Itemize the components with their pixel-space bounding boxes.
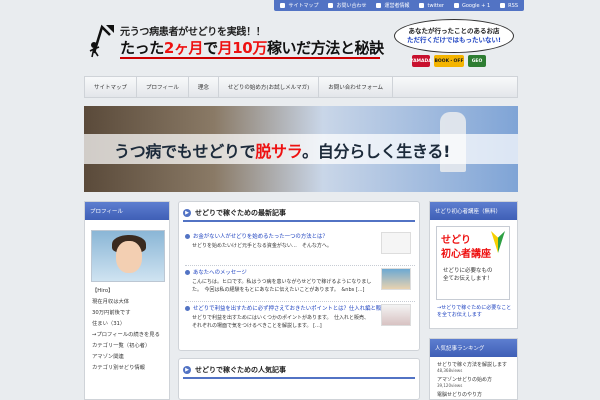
nav-item-contact-form[interactable]: お問い合わせフォーム — [319, 77, 394, 97]
hero-banner: うつ病でもせどりで脱サラ。自分らしく生きる! — [84, 106, 518, 192]
nav-item-profile[interactable]: プロフィール — [137, 77, 189, 97]
post-title-link[interactable]: あなたへのメッセージ — [185, 268, 247, 276]
profile-widget-title: プロフィール — [85, 202, 169, 220]
profile-more-link[interactable]: →プロフィールの続きを見る — [92, 330, 168, 341]
list-item: お金がない人がせどりを始めるたった一つの方法とは？ せどりを始めたいけど元手とな… — [185, 230, 415, 266]
bullet-icon — [185, 233, 190, 239]
ranking-widget: 人気記事ランキング せどりで稼ぐ方法を解説します 48,368views アマゾン… — [429, 338, 518, 400]
profile-text: 30万円前後です — [92, 310, 131, 316]
profile-name: 【Hiro】 — [92, 288, 114, 294]
site-logo[interactable]: 元うつ病患者がせどりを実践！！ たった2ヶ月で月10万稼いだ方法と秘訣 — [84, 19, 384, 65]
list-item: せどりで利益を出すために必ず押さえておきたいポイントとは？仕入れ編と販売編 せど… — [185, 302, 415, 338]
twitter-icon — [419, 3, 425, 8]
profile-widget: プロフィール 【Hiro】 現在月収は大体 30万円前後です 住まい（31） →… — [84, 201, 170, 400]
header-headline: たった2ヶ月で月10万稼いだ方法と秘訣 — [120, 39, 384, 57]
profile-links: 【Hiro】 現在月収は大体 30万円前後です 住まい（31） →プロフィールの… — [92, 286, 168, 374]
post-title-link[interactable]: せどりで利益を出すために必ず押さえておきたいポイントとは？仕入れ編と販売編 — [185, 304, 392, 312]
sitemap-link[interactable]: サイトマップ — [280, 2, 318, 9]
post-excerpt: こんにちは。ヒロです。私はうつ病を患いながらせどりで稼げるようになりました。 今… — [192, 279, 372, 293]
latest-posts-panel: ▶ せどりで稼ぐための最新記事 お金がない人がせどりを始めるたった一つの方法とは… — [178, 201, 420, 351]
info-icon — [376, 3, 382, 8]
profile-text: 住まい（31） — [92, 321, 126, 327]
popular-posts-header: ▶ せどりで稼ぐための人気記事 — [183, 363, 415, 379]
avatar — [91, 230, 165, 282]
post-title-link[interactable]: お金がない人がせどりを始めるたった一つの方法とは？ — [185, 232, 328, 240]
nav-item-sitemap[interactable]: サイトマップ — [85, 77, 138, 97]
arrow-icon: ▶ — [183, 209, 191, 217]
list-item: あなたへのメッセージ こんにちは。ヒロです。私はうつ病を患いながらせどりで稼げる… — [185, 266, 415, 302]
category-link[interactable]: カテゴリ別せどり情報 — [92, 363, 168, 374]
running-man-icon — [89, 24, 114, 58]
header-tagline: 元うつ病患者がせどりを実践！！ — [120, 27, 266, 38]
beginner-mark-icon — [491, 231, 505, 253]
beginner-course-banner[interactable]: せどり 初心者講座 せどりに必要なもの 全てお伝えします！ — [436, 226, 510, 300]
post-excerpt: せどりで利益を出すためにはいくつかのポイントがあります。 仕入れと販売、それぞれ… — [192, 315, 370, 329]
latest-posts-header: ▶ せどりで稼ぐための最新記事 — [183, 206, 415, 222]
ranking-item[interactable]: アマゾンせどりの始め方 39,120views — [437, 376, 513, 389]
arrow-icon: ▶ — [183, 366, 191, 374]
operator-info-link[interactable]: 運営者情報 — [376, 2, 409, 9]
post-thumbnail[interactable] — [381, 232, 411, 254]
nav-item-philosophy[interactable]: 理念 — [189, 77, 219, 97]
store-logo-bookoff: BOOK・OFF — [434, 55, 464, 67]
ranking-title: 人気記事ランキング — [430, 339, 517, 357]
header-underline — [120, 57, 380, 59]
site-header: 元うつ病患者がせどりを実践！！ たった2ヶ月で月10万稼いだ方法と秘訣 あなたが… — [84, 11, 518, 73]
sitemap-icon — [280, 3, 286, 8]
google-plus-link[interactable]: Google + 1 — [453, 3, 490, 9]
bullet-icon — [185, 305, 190, 311]
store-logo-yamada: YAMADA — [410, 55, 432, 67]
ranking-item[interactable]: 電脳せどりのやり方 — [437, 391, 513, 398]
ranking-item[interactable]: せどりで稼ぐ方法を解説します 48,368views — [437, 361, 513, 374]
beginner-course-widget: せどり初心者講座（無料） せどり 初心者講座 せどりに必要なもの 全てお伝えします… — [429, 201, 518, 329]
post-thumbnail[interactable] — [381, 268, 411, 290]
category-link[interactable]: アマゾン関連 — [92, 352, 168, 363]
category-link[interactable]: カテゴリ一覧（初心者） — [92, 341, 168, 352]
contact-link[interactable]: お問い合わせ — [328, 2, 366, 9]
top-utility-bar: サイトマップ お問い合わせ 運営者情報 twitter Google + 1 R… — [0, 0, 600, 11]
store-logo-geo: GEO — [468, 55, 486, 67]
hero-headline: うつ病でもせどりで脱サラ。自分らしく生きる! — [114, 142, 451, 161]
popular-posts-panel: ▶ せどりで稼ぐための人気記事 — [178, 358, 420, 400]
beginner-course-link[interactable]: →せどりで稼ぐために必要なことを全てお伝えします — [437, 305, 513, 320]
nav-item-getting-started[interactable]: せどりの始め方(お試しメルマガ) — [219, 77, 320, 97]
post-excerpt: せどりを始めたいけど元手となる資金がない… そんな方へ。 — [192, 243, 332, 249]
rss-link[interactable]: RSS — [500, 3, 518, 9]
google-plus-icon — [453, 3, 459, 8]
beginner-course-title: せどり初心者講座（無料） — [430, 202, 517, 220]
store-logos: YAMADA BOOK・OFF GEO — [410, 55, 486, 67]
bullet-icon — [185, 269, 190, 275]
twitter-link[interactable]: twitter — [419, 3, 444, 9]
top-links: サイトマップ お問い合わせ 運営者情報 twitter Google + 1 R… — [274, 0, 524, 11]
profile-text: 現在月収は大体 — [92, 299, 130, 305]
global-nav: サイトマップ プロフィール 理念 せどりの始め方(お試しメルマガ) お問い合わせ… — [84, 76, 518, 98]
post-thumbnail[interactable] — [381, 304, 411, 326]
speech-bubble: あなたが行ったことのあるお店 ただ行くだけではもったいない! — [394, 19, 514, 53]
mail-icon — [328, 3, 334, 8]
rss-icon — [500, 3, 506, 8]
